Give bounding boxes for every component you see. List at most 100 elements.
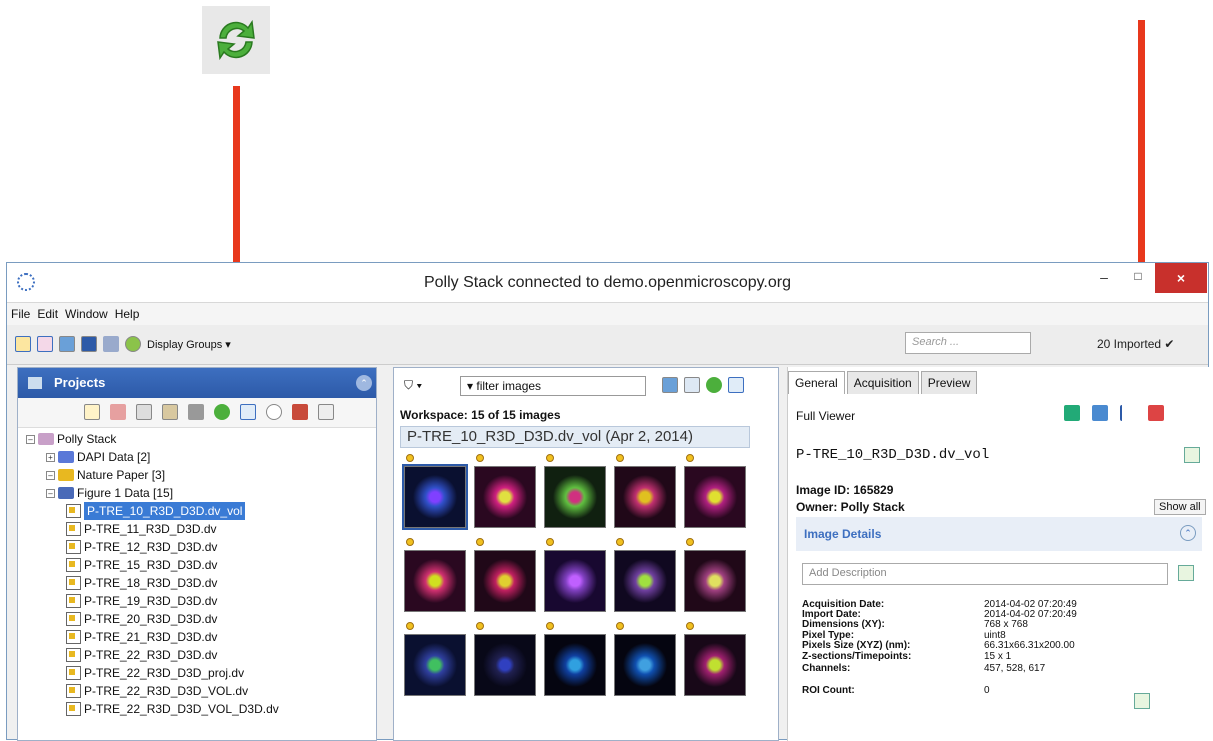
grid-view-icon[interactable] bbox=[59, 336, 75, 352]
tree-node[interactable]: P-TRE_22_R3D_D3D_VOL_D3D.dv bbox=[66, 700, 279, 718]
tree-node[interactable]: – Figure 1 Data [15] bbox=[46, 484, 173, 502]
tree-node[interactable]: P-TRE_22_R3D_D3D_proj.dv bbox=[66, 664, 244, 682]
thumbnail-image bbox=[544, 634, 606, 696]
refresh-icon[interactable] bbox=[214, 404, 230, 420]
tree-node[interactable]: P-TRE_19_R3D_D3D.dv bbox=[66, 592, 217, 610]
paste-icon[interactable] bbox=[162, 404, 178, 420]
edit-channels-icon[interactable] bbox=[1134, 693, 1150, 709]
screen-icon[interactable] bbox=[81, 336, 97, 352]
copy-icon[interactable] bbox=[136, 404, 152, 420]
edit-name-icon[interactable] bbox=[1184, 447, 1200, 463]
imported-status[interactable]: 20 Imported ✔ bbox=[1097, 337, 1174, 351]
image-file-icon bbox=[66, 594, 81, 608]
expand-toggle-icon[interactable]: – bbox=[26, 434, 35, 444]
meta-label: Pixels Size (XYZ) (nm): bbox=[802, 640, 911, 651]
image-thumbnail[interactable] bbox=[610, 450, 680, 534]
collapse-tree-icon[interactable] bbox=[318, 404, 334, 420]
tree-node[interactable]: P-TRE_18_R3D_D3D.dv bbox=[66, 574, 217, 592]
maximize-button[interactable]: □ bbox=[1128, 269, 1148, 287]
image-thumbnail[interactable] bbox=[470, 534, 540, 618]
image-file-icon bbox=[66, 540, 81, 554]
history-icon[interactable] bbox=[266, 404, 282, 420]
tree-node-label: P-TRE_15_R3D_D3D.dv bbox=[84, 558, 218, 572]
edit-description-icon[interactable] bbox=[1178, 565, 1194, 581]
image-thumbnail[interactable] bbox=[400, 618, 470, 702]
filter-menu-icon[interactable]: ⛉ ▾ bbox=[404, 378, 432, 394]
projects-header[interactable]: Projects bbox=[18, 368, 376, 398]
expand-toggle-icon[interactable]: – bbox=[46, 470, 55, 480]
tab-acquisition[interactable]: Acquisition bbox=[846, 371, 919, 394]
tree-node[interactable]: – Nature Paper [3] bbox=[46, 466, 165, 484]
image-thumbnail[interactable] bbox=[540, 618, 610, 702]
menu-edit[interactable]: Edit bbox=[37, 307, 58, 321]
tree-node[interactable]: P-TRE_21_R3D_D3D.dv bbox=[66, 628, 217, 646]
series-title[interactable]: P-TRE_10_R3D_D3D.dv_vol (Apr 2, 2014) bbox=[400, 426, 750, 448]
show-all-button[interactable]: Show all bbox=[1154, 499, 1206, 515]
workspace-sort-icon[interactable] bbox=[728, 377, 744, 393]
data-manager-icon[interactable] bbox=[15, 336, 31, 352]
display-groups-dropdown[interactable]: Display Groups ▾ bbox=[147, 338, 231, 351]
groups-icon[interactable] bbox=[125, 336, 141, 352]
chart-icon[interactable] bbox=[1120, 405, 1136, 421]
menu-window[interactable]: Window bbox=[65, 307, 108, 321]
tab-preview[interactable]: Preview bbox=[920, 371, 978, 394]
projects-icon bbox=[28, 377, 42, 389]
collapse-icon[interactable]: ⌃ bbox=[356, 375, 372, 391]
tree-node[interactable]: P-TRE_20_R3D_D3D.dv bbox=[66, 610, 217, 628]
expand-toggle-icon[interactable]: + bbox=[46, 452, 55, 462]
image-thumbnail[interactable] bbox=[400, 450, 470, 534]
table-view-icon[interactable] bbox=[684, 377, 700, 393]
image-thumbnail[interactable] bbox=[610, 534, 680, 618]
status-dot-icon bbox=[406, 622, 414, 630]
menu-file[interactable]: File bbox=[11, 307, 30, 321]
tab-general[interactable]: General bbox=[788, 371, 845, 394]
thumbnail-view-icon[interactable] bbox=[662, 377, 678, 393]
expand-toggle-icon[interactable]: – bbox=[46, 488, 55, 498]
figure-icon[interactable] bbox=[1092, 405, 1108, 421]
status-dot-icon bbox=[406, 538, 414, 546]
image-details-header[interactable]: Image Details bbox=[796, 517, 1202, 551]
tagging-icon[interactable] bbox=[37, 336, 53, 352]
description-input[interactable]: Add Description bbox=[802, 563, 1168, 585]
status-dot-icon bbox=[476, 622, 484, 630]
new-icon[interactable] bbox=[84, 404, 100, 420]
image-thumbnail[interactable] bbox=[540, 450, 610, 534]
users-filter-icon[interactable] bbox=[292, 404, 308, 420]
tree-node[interactable]: P-TRE_11_R3D_D3D.dv bbox=[66, 520, 217, 538]
tree-node[interactable]: P-TRE_22_R3D_D3D_VOL.dv bbox=[66, 682, 248, 700]
image-thumbnail[interactable] bbox=[610, 618, 680, 702]
workspace-refresh-icon[interactable] bbox=[706, 377, 722, 393]
delete-icon[interactable] bbox=[188, 404, 204, 420]
close-button[interactable]: × bbox=[1155, 263, 1207, 293]
meta-value: 768 x 768 bbox=[984, 619, 1028, 630]
workspace-count: Workspace: 15 of 15 images bbox=[400, 408, 561, 422]
image-thumbnail[interactable] bbox=[540, 534, 610, 618]
image-thumbnail[interactable] bbox=[470, 618, 540, 702]
sort-icon[interactable] bbox=[240, 404, 256, 420]
image-thumbnail[interactable] bbox=[470, 450, 540, 534]
tree-node[interactable]: + DAPI Data [2] bbox=[46, 448, 150, 466]
tree-node-label: P-TRE_10_R3D_D3D.dv_vol bbox=[84, 502, 246, 520]
image-file-icon bbox=[66, 630, 81, 644]
tree-node[interactable]: P-TRE_15_R3D_D3D.dv bbox=[66, 556, 217, 574]
minimize-button[interactable]: – bbox=[1094, 269, 1114, 287]
image-thumbnail[interactable] bbox=[680, 450, 750, 534]
tree-node[interactable]: P-TRE_10_R3D_D3D.dv_vol bbox=[66, 502, 246, 520]
split-view-icon[interactable] bbox=[1064, 405, 1080, 421]
image-thumbnail[interactable] bbox=[680, 618, 750, 702]
image-thumbnail[interactable] bbox=[680, 534, 750, 618]
full-viewer-button[interactable]: Full Viewer bbox=[796, 409, 855, 423]
tree-node[interactable]: P-TRE_22_R3D_D3D.dv bbox=[66, 646, 217, 664]
search-input[interactable]: Search ... bbox=[905, 332, 1031, 354]
image-details-collapse-icon[interactable]: ⌃ bbox=[1180, 525, 1196, 541]
window-title: Polly Stack connected to demo.openmicros… bbox=[423, 274, 791, 291]
analysis-icon[interactable] bbox=[1148, 405, 1164, 421]
filter-images-input[interactable]: ▾ filter images bbox=[460, 376, 646, 396]
tree-node[interactable]: P-TRE_12_R3D_D3D.dv bbox=[66, 538, 217, 556]
cut-icon[interactable] bbox=[110, 404, 126, 420]
image-thumbnail[interactable] bbox=[400, 534, 470, 618]
tree-node[interactable]: – Polly Stack bbox=[26, 430, 116, 448]
menu-help[interactable]: Help bbox=[115, 307, 140, 321]
user-icon[interactable] bbox=[103, 336, 119, 352]
user-icon bbox=[38, 433, 54, 445]
